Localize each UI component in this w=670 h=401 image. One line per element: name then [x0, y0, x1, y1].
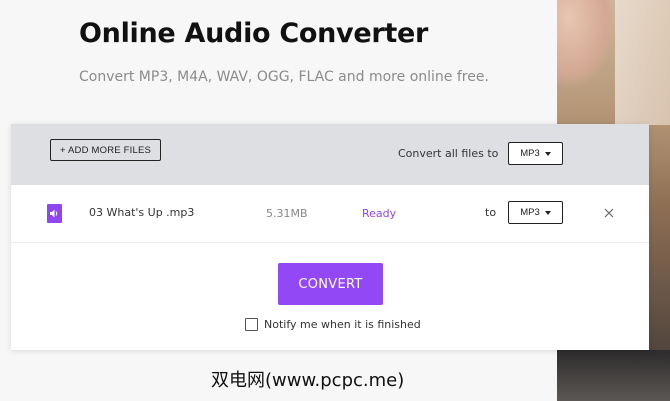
watermark-text: 双电网(www.pcpc.me)	[211, 370, 405, 391]
convert-button[interactable]: CONVERT	[278, 263, 383, 305]
file-size: 5.31MB	[266, 207, 308, 220]
photo-detail	[557, 0, 617, 90]
converter-toolbar: + ADD MORE FILES Convert all files to MP…	[11, 124, 649, 185]
page-title: Online Audio Converter	[79, 18, 429, 49]
convert-all-label: Convert all files to	[398, 147, 499, 160]
audio-file-icon	[47, 204, 62, 223]
file-status: Ready	[362, 207, 397, 220]
file-name: 03 What's Up .mp3	[89, 206, 195, 219]
convert-all-format-value: MP3	[520, 148, 540, 159]
add-more-files-button[interactable]: + ADD MORE FILES	[50, 139, 161, 161]
file-format-select[interactable]: MP3	[508, 201, 563, 224]
photo-detail	[557, 350, 670, 401]
convert-all-format-select[interactable]: MP3	[508, 142, 563, 165]
caret-down-icon	[544, 210, 551, 215]
close-icon[interactable]	[603, 207, 615, 219]
photo-detail	[615, 0, 670, 125]
to-label: to	[485, 206, 497, 219]
notify-label: Notify me when it is finished	[264, 318, 421, 331]
page-subtitle: Convert MP3, M4A, WAV, OGG, FLAC and mor…	[79, 69, 489, 85]
converter-card: + ADD MORE FILES Convert all files to MP…	[11, 124, 649, 350]
file-format-value: MP3	[520, 207, 540, 218]
notify-option[interactable]: Notify me when it is finished	[245, 318, 421, 331]
file-row: 03 What's Up .mp3 5.31MB Ready to MP3	[11, 185, 649, 243]
notify-checkbox[interactable]	[245, 318, 258, 331]
caret-down-icon	[544, 151, 551, 156]
